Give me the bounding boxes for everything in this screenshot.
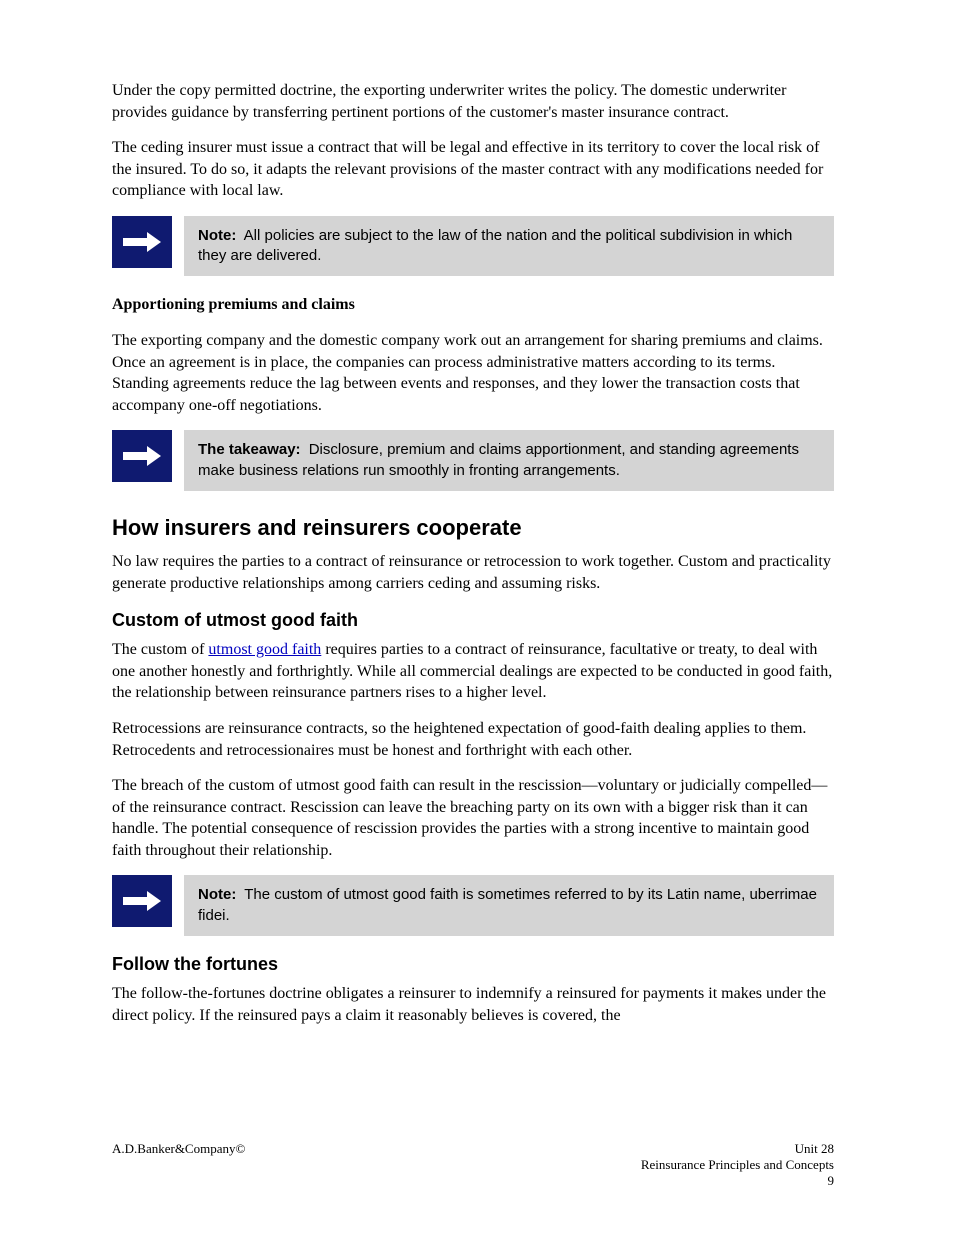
subsection-heading: Follow the fortunes <box>112 954 834 975</box>
footer-unit: Unit 28 <box>641 1141 834 1157</box>
note-box: Note: The custom of utmost good faith is… <box>184 875 834 936</box>
note-box: Note: All policies are subject to the la… <box>184 216 834 277</box>
paragraph: The ceding insurer must issue a contract… <box>112 137 834 202</box>
section-heading: How insurers and reinsurers cooperate <box>112 515 834 541</box>
paragraph: The breach of the custom of utmost good … <box>112 775 834 861</box>
note-text: All policies are subject to the law of t… <box>198 227 792 264</box>
arrow-right-icon <box>112 430 172 482</box>
footer-right: Unit 28 Reinsurance Principles and Conce… <box>641 1141 834 1189</box>
text-run: The custom of <box>112 641 208 658</box>
note-callout: Note: The custom of utmost good faith is… <box>112 875 834 936</box>
page-footer: A.D.Banker&Company© Unit 28 Reinsurance … <box>112 1141 834 1189</box>
paragraph: Retrocessions are reinsurance contracts,… <box>112 718 834 761</box>
note-label: Note: <box>198 886 236 903</box>
subheading: Apportioning premiums and claims <box>112 294 834 316</box>
paragraph: No law requires the parties to a contrac… <box>112 551 834 594</box>
arrow-right-icon <box>112 875 172 927</box>
footer-page-number: 9 <box>641 1173 834 1189</box>
paragraph: The follow-the-fortunes doctrine obligat… <box>112 983 834 1026</box>
document-page: Under the copy permitted doctrine, the e… <box>0 0 954 1235</box>
footer-left: A.D.Banker&Company© <box>112 1141 245 1189</box>
note-callout: Note: All policies are subject to the la… <box>112 216 834 277</box>
paragraph: The exporting company and the domestic c… <box>112 330 834 416</box>
footer-title: Reinsurance Principles and Concepts <box>641 1157 834 1173</box>
note-label: Note: <box>198 227 236 244</box>
takeaway-label: The takeaway: <box>198 441 301 458</box>
takeaway-box: The takeaway: Disclosure, premium and cl… <box>184 430 834 491</box>
arrow-right-icon <box>112 216 172 268</box>
takeaway-callout: The takeaway: Disclosure, premium and cl… <box>112 430 834 491</box>
paragraph: The custom of utmost good faith requires… <box>112 639 834 704</box>
subsection-heading: Custom of utmost good faith <box>112 610 834 631</box>
note-text: The custom of utmost good faith is somet… <box>198 886 817 923</box>
glossary-link[interactable]: utmost good faith <box>208 641 321 658</box>
paragraph: Under the copy permitted doctrine, the e… <box>112 80 834 123</box>
